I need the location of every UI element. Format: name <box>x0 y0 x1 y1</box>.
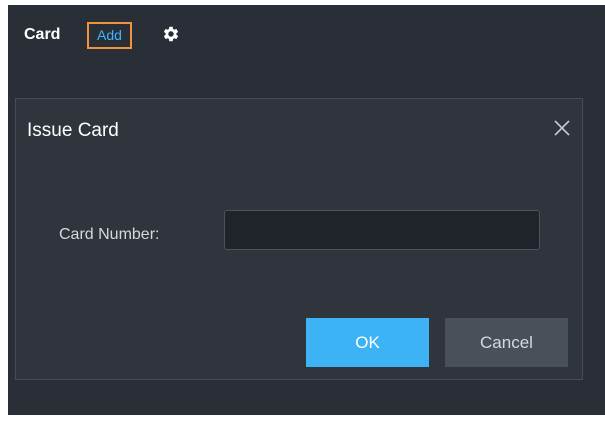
gear-icon[interactable] <box>162 25 180 43</box>
add-card-link[interactable]: Add <box>87 22 132 49</box>
card-number-input[interactable] <box>224 210 540 250</box>
close-icon[interactable] <box>551 117 573 139</box>
dialog-title: Issue Card <box>27 120 119 141</box>
ok-button[interactable]: OK <box>306 318 429 367</box>
issue-card-dialog: Issue Card Card Number: OK Cancel <box>15 98 583 380</box>
card-label: Card <box>24 26 61 43</box>
cancel-button[interactable]: Cancel <box>445 318 568 367</box>
card-panel: Card Add Issue Card Card Number: OK Canc… <box>8 5 605 415</box>
card-toolbar: Card Add <box>8 5 605 63</box>
card-number-label: Card Number: <box>59 226 160 243</box>
